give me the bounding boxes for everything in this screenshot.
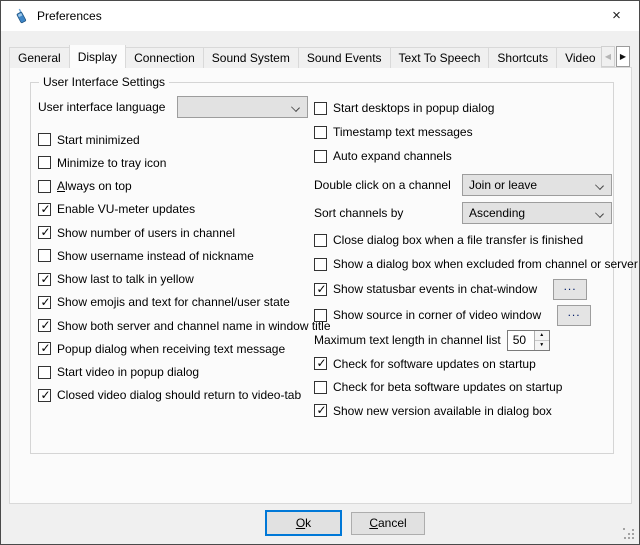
- sort-channels-label: Sort channels by: [314, 206, 462, 220]
- checkbox-vu-meter-updates[interactable]: ✓ Enable VU-meter updates: [38, 198, 310, 221]
- check-icon: ✓: [315, 403, 328, 418]
- checkbox-video-source-corner[interactable]: Show source in corner of video window ..…: [314, 302, 626, 328]
- checkbox-check-beta-updates[interactable]: Check for beta software updates on start…: [314, 376, 626, 400]
- max-text-length-value[interactable]: 50: [508, 331, 534, 350]
- checkbox-show-username[interactable]: Show username instead of nickname: [38, 244, 310, 267]
- tab-shortcuts[interactable]: Shortcuts: [488, 47, 557, 68]
- checkbox-timestamp-messages[interactable]: Timestamp text messages: [314, 120, 626, 144]
- checkbox-box: [314, 234, 327, 247]
- tab-scroll-right-button[interactable]: ▶: [616, 46, 630, 67]
- cancel-button[interactable]: Cancel: [351, 512, 425, 535]
- display-tab-page: User Interface Settings User interface l…: [9, 67, 632, 504]
- sort-channels-combobox[interactable]: Ascending: [462, 202, 612, 224]
- right-column: Start desktops in popup dialog Timestamp…: [314, 96, 626, 423]
- video-source-options-button[interactable]: ...: [557, 305, 591, 326]
- tab-display[interactable]: Display: [69, 45, 126, 68]
- checkbox-box: ✓: [314, 283, 327, 296]
- checkbox-box: ✓: [38, 226, 51, 239]
- checkbox-box: [314, 309, 327, 322]
- checkbox-excluded-dialog[interactable]: Show a dialog box when excluded from cha…: [314, 252, 626, 276]
- checkbox-new-version-dialog[interactable]: ✓ Show new version available in dialog b…: [314, 399, 626, 423]
- max-text-length-label: Maximum text length in channel list: [314, 333, 501, 347]
- tab-text-to-speech[interactable]: Text To Speech: [390, 47, 490, 68]
- checkbox-box: [38, 133, 51, 146]
- chevron-down-icon: [595, 181, 604, 190]
- checkbox-close-on-transfer[interactable]: Close dialog box when a file transfer is…: [314, 228, 626, 252]
- max-text-length-spinbox: 50 ▲ ▼: [507, 330, 550, 351]
- checkbox-show-user-count[interactable]: ✓ Show number of users in channel: [38, 221, 310, 244]
- tab-connection[interactable]: Connection: [125, 47, 204, 68]
- checkbox-box: [314, 381, 327, 394]
- check-icon: ✓: [39, 272, 52, 287]
- preferences-dialog: Preferences × General Display Connection…: [0, 0, 640, 545]
- checkbox-show-emojis[interactable]: ✓ Show emojis and text for channel/user …: [38, 291, 310, 314]
- double-click-label: Double click on a channel: [314, 178, 462, 192]
- check-icon: ✓: [315, 282, 328, 297]
- checkbox-start-minimized[interactable]: Start minimized: [38, 128, 310, 151]
- spin-up-button[interactable]: ▲: [535, 331, 549, 341]
- check-icon: ✓: [39, 225, 52, 240]
- checkbox-box: [314, 102, 327, 115]
- checkbox-server-channel-title[interactable]: ✓ Show both server and channel name in w…: [38, 314, 310, 337]
- spin-down-button[interactable]: ▼: [535, 341, 549, 350]
- tab-scroll-left-button: ◀: [601, 46, 615, 67]
- checkbox-box: ✓: [38, 389, 51, 402]
- check-icon: ✓: [39, 318, 52, 333]
- group-title: User Interface Settings: [39, 75, 169, 89]
- chevron-down-icon: [291, 103, 300, 112]
- tab-general[interactable]: General: [9, 47, 70, 68]
- checkbox-box: [314, 126, 327, 139]
- check-icon: ✓: [315, 356, 328, 371]
- checkbox-box: ✓: [38, 296, 51, 309]
- check-icon: ✓: [39, 295, 52, 310]
- statusbar-events-options-button[interactable]: ...: [553, 279, 587, 300]
- tab-sound-system[interactable]: Sound System: [203, 47, 299, 68]
- tab-video[interactable]: Video: [556, 47, 601, 68]
- checkbox-check-updates[interactable]: ✓ Check for software updates on startup: [314, 352, 626, 376]
- spin-up-icon: ▲: [539, 332, 544, 338]
- resize-grip[interactable]: [623, 528, 635, 540]
- checkbox-box: ✓: [314, 404, 327, 417]
- chevron-down-icon: [595, 209, 604, 218]
- checkbox-last-to-talk[interactable]: ✓ Show last to talk in yellow: [38, 268, 310, 291]
- tab-bar: General Display Connection Sound System …: [9, 45, 601, 68]
- spin-down-icon: ▼: [539, 342, 544, 348]
- window-title: Preferences: [37, 9, 102, 23]
- checkbox-box: [38, 366, 51, 379]
- checkbox-closed-video-return[interactable]: ✓ Closed video dialog should return to v…: [38, 384, 310, 407]
- left-column: User interface language Start minimized …: [38, 96, 310, 407]
- tab-sound-events[interactable]: Sound Events: [298, 47, 391, 68]
- checkbox-box: [38, 249, 51, 262]
- checkbox-video-popup[interactable]: Start video in popup dialog: [38, 361, 310, 384]
- checkbox-box: [38, 180, 51, 193]
- checkbox-always-on-top[interactable]: Always on top: [38, 175, 310, 198]
- language-label: User interface language: [38, 100, 165, 114]
- ok-button[interactable]: Ok: [265, 510, 342, 536]
- language-combobox[interactable]: [177, 96, 308, 118]
- close-button[interactable]: ×: [594, 1, 639, 30]
- arrow-left-icon: ◀: [605, 52, 611, 61]
- checkbox-box: [38, 156, 51, 169]
- checkbox-box: ✓: [38, 273, 51, 286]
- spin-buttons: ▲ ▼: [534, 331, 549, 350]
- checkbox-statusbar-events[interactable]: ✓ Show statusbar events in chat-window .…: [314, 276, 626, 302]
- checkbox-box: ✓: [38, 342, 51, 355]
- checkbox-box: ✓: [314, 357, 327, 370]
- checkbox-popup-text-message[interactable]: ✓ Popup dialog when receiving text messa…: [38, 337, 310, 360]
- check-icon: ✓: [39, 202, 52, 217]
- double-click-combobox[interactable]: Join or leave: [462, 174, 612, 196]
- checkbox-auto-expand[interactable]: Auto expand channels: [314, 144, 626, 168]
- close-icon: ×: [612, 7, 621, 24]
- checkbox-box: [314, 258, 327, 271]
- checkbox-box: ✓: [38, 203, 51, 216]
- title-bar: Preferences ×: [1, 1, 639, 31]
- checkbox-box: ✓: [38, 319, 51, 332]
- check-icon: ✓: [39, 341, 52, 356]
- checkbox-desktops-popup[interactable]: Start desktops in popup dialog: [314, 96, 626, 120]
- check-icon: ✓: [39, 388, 52, 403]
- checkbox-minimize-to-tray[interactable]: Minimize to tray icon: [38, 151, 310, 174]
- arrow-right-icon: ▶: [620, 52, 626, 61]
- checkbox-box: [314, 150, 327, 163]
- app-icon: [13, 8, 29, 24]
